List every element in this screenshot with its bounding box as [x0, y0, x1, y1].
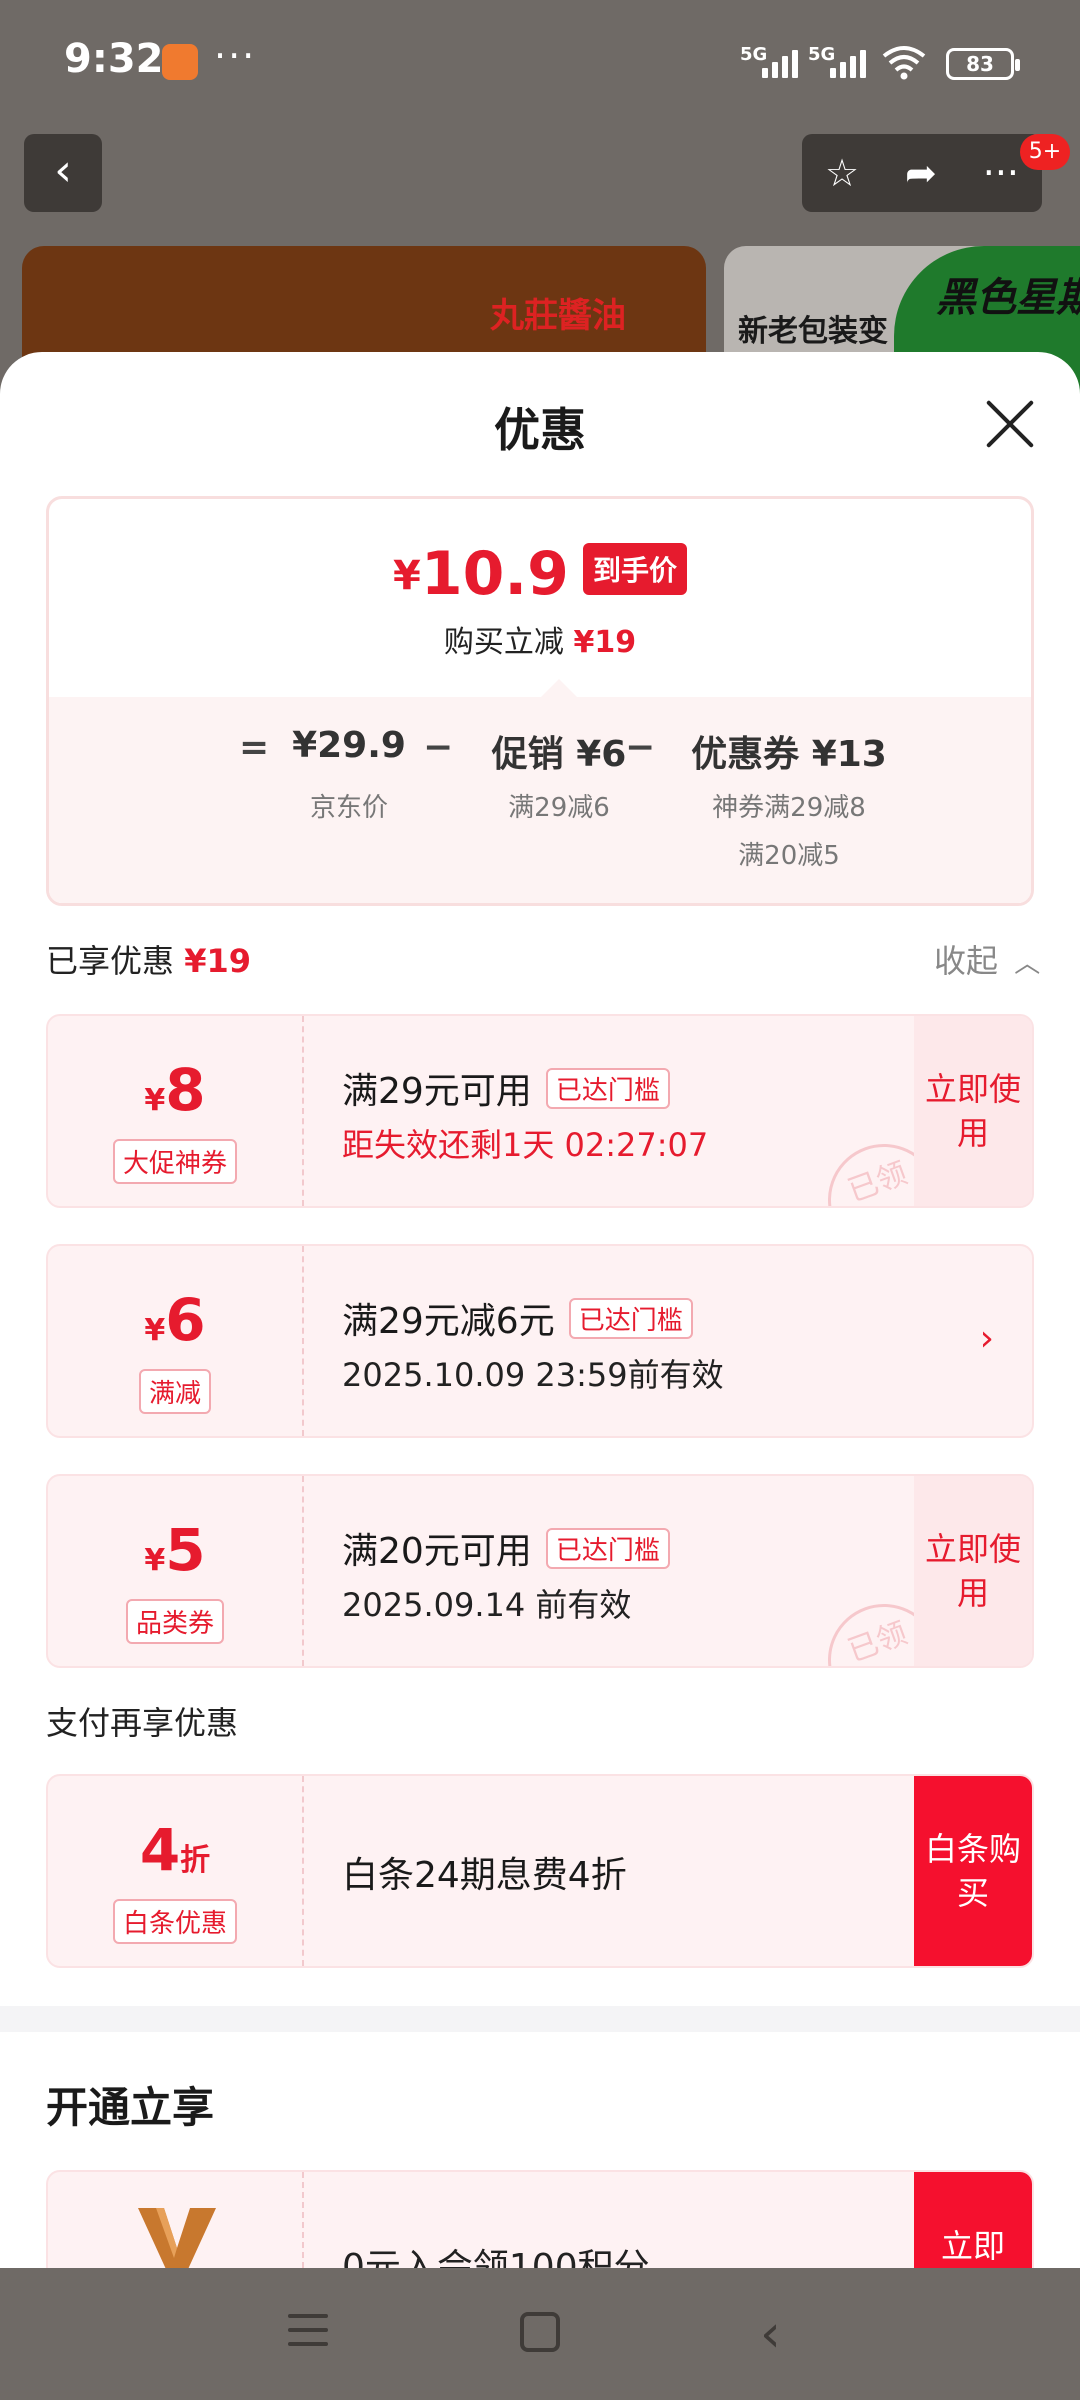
coupon-title: 满29元可用 [342, 1071, 532, 1112]
final-price: 10.9 [420, 539, 569, 609]
coupon-label-2: 满20减5 [738, 841, 840, 871]
coupon-currency: ¥ [144, 1543, 166, 1578]
coupon-type-tag: 满减 [138, 1369, 211, 1414]
enjoyed-amount: ¥19 [184, 942, 251, 980]
more-notifications-icon: ··· [214, 34, 257, 78]
price-summary-card: ¥ 10.9 到手价 购买立减 ¥19 = ¥29.9 京东价 − 促销 ¥6 … [46, 496, 1034, 906]
baitiao-title: 白条24期息费4折 [342, 1846, 627, 1898]
favorite-star-icon[interactable]: ☆ [825, 151, 859, 195]
minus-sign: − [423, 727, 454, 768]
coupon-expiry: 2025.09.14 前有效 [342, 1586, 632, 1624]
coupon-amount: 5 [165, 1516, 206, 1584]
coupon-expiry: 2025.10.09 23:59前有效 [342, 1356, 724, 1394]
coupon-title-row: 满20元可用 已达门槛 [342, 1522, 670, 1574]
reduce-summary: 购买立减 ¥19 [49, 617, 1031, 661]
membership-join-button[interactable]: 立即 [914, 2172, 1032, 2268]
system-nav-bar: ‹ [0, 2268, 1080, 2400]
membership-card: 0元入会领100积分 立即 [46, 2170, 1034, 2268]
coupon-amount: 8 [165, 1056, 206, 1124]
coupon-currency: ¥ [144, 1083, 166, 1118]
app-notification-icon [162, 44, 198, 80]
threshold-badge: 已达门槛 [545, 1067, 670, 1109]
open-section-title: 开通立享 [46, 2083, 215, 2132]
currency-symbol: ¥ [393, 553, 421, 599]
signal-icon-1 [762, 46, 798, 78]
chevron-up-icon: ︿ [1014, 949, 1041, 979]
back-nav-icon[interactable]: ‹ [760, 2304, 781, 2364]
coupon-type-tag: 大促神券 [112, 1139, 237, 1184]
reduce-amount: ¥19 [573, 625, 637, 660]
minus-sign: − [625, 727, 656, 768]
price-breakdown: = ¥29.9 京东价 − 促销 ¥6 满29减6 − 优惠券 ¥13 神券满2… [49, 679, 1031, 903]
coupon-amount: 6 [165, 1286, 206, 1354]
battery-icon: 83 [946, 48, 1020, 80]
discount-sheet: 优惠 ¥ 10.9 到手价 购买立减 ¥19 = ¥29.9 京东价 − 促销 … [0, 352, 1080, 2268]
coupon-currency: ¥ [144, 1313, 166, 1348]
final-price-row: ¥ 10.9 到手价 [49, 543, 1031, 605]
more-icon[interactable]: ··· [983, 151, 1019, 195]
chevron-right-icon[interactable]: › [980, 1318, 994, 1359]
baitiao-amount: 4 [139, 1816, 181, 1884]
baitiao-unit: 折 [180, 1843, 211, 1878]
coupon-value: ¥6 满减 [48, 1246, 304, 1436]
promo-amount: 促销 ¥6 [491, 734, 627, 775]
coupon-title-row: 满29元减6元 已达门槛 [342, 1292, 693, 1344]
coupon-value: ¥8 大促神券 [48, 1016, 304, 1206]
enjoyed-discount-label: 已享优惠 ¥19 [46, 936, 251, 982]
notification-badge: 5+ [1020, 134, 1070, 170]
membership-logo-area [48, 2172, 304, 2268]
back-button[interactable]: ‹ [24, 134, 102, 212]
status-bar: 9:32 ··· 5G 5G 83 [0, 0, 1080, 120]
coupon-card: ¥5 品类券 满20元可用 已达门槛 2025.09.14 前有效 已领 立即使… [46, 1474, 1034, 1668]
brand-logo-text: 丸莊醬油 [490, 296, 626, 336]
collapse-button[interactable]: 收起 ︿ [934, 936, 1040, 982]
equals-sign: = [239, 727, 270, 768]
jd-price-label: 京东价 [309, 793, 388, 823]
recent-apps-icon[interactable] [288, 2314, 328, 2348]
final-price-tag: 到手价 [582, 543, 687, 595]
coupon-label-1: 神券满29减8 [712, 793, 866, 823]
baitiao-tag: 白条优惠 [112, 1899, 237, 1944]
threshold-badge: 已达门槛 [568, 1297, 693, 1339]
status-time: 9:32 [64, 36, 164, 82]
baitiao-title-text: 白条24期息费4折 [342, 1855, 627, 1896]
home-icon[interactable] [520, 2312, 560, 2352]
section-divider [0, 2006, 1080, 2032]
signal-icon-2 [830, 46, 866, 78]
baitiao-card: 4折 白条优惠 白条24期息费4折 白条购买 [46, 1774, 1034, 1968]
pay-section-label: 支付再享优惠 [46, 1704, 239, 1742]
coupon-amount: 优惠券 ¥13 [691, 734, 887, 775]
promo-badge-text: 黑色星期五 [936, 275, 1080, 321]
coupon-card[interactable]: ¥6 满减 满29元减6元 已达门槛 2025.10.09 23:59前有效 › [46, 1244, 1034, 1438]
share-icon[interactable]: ➦ [905, 151, 937, 195]
promo-label: 满29减6 [508, 793, 610, 823]
coupon-title: 满20元可用 [342, 1531, 532, 1572]
coupon-countdown: 距失效还剩1天 02:27:07 [342, 1126, 709, 1164]
membership-text: 0元入会领100积分 [342, 2247, 650, 2268]
threshold-badge: 已达门槛 [545, 1527, 670, 1569]
coupon-title: 满29元减6元 [342, 1301, 555, 1342]
baitiao-buy-button[interactable]: 白条购买 [914, 1776, 1032, 1966]
coupon-value: ¥5 品类券 [48, 1476, 304, 1666]
jd-price: ¥29.9 [292, 725, 406, 766]
header-actions: ☆ ➦ ··· [802, 134, 1042, 212]
sheet-title: 优惠 [494, 403, 586, 457]
wifi-icon [882, 46, 926, 80]
membership-logo-icon [138, 2208, 216, 2268]
close-icon[interactable] [984, 398, 1036, 450]
reduce-label: 购买立减 [443, 625, 564, 660]
banner-text: 新老包装变 [738, 314, 888, 349]
use-now-button[interactable]: 立即使用 [914, 1016, 1032, 1206]
coupon-type-tag: 品类券 [125, 1599, 224, 1644]
enjoyed-label-text: 已享优惠 [46, 942, 175, 980]
collapse-label: 收起 [934, 942, 999, 980]
baitiao-value: 4折 白条优惠 [48, 1776, 304, 1966]
coupon-title-row: 满29元可用 已达门槛 [342, 1062, 670, 1114]
coupon-card: ¥8 大促神券 满29元可用 已达门槛 距失效还剩1天 02:27:07 已领 … [46, 1014, 1034, 1208]
use-now-button[interactable]: 立即使用 [914, 1476, 1032, 1666]
